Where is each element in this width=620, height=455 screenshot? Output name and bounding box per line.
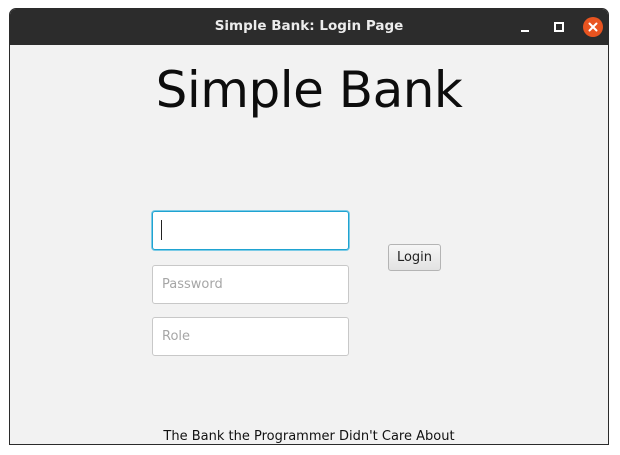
login-button[interactable]: Login [388,244,441,271]
minimize-icon [521,30,529,32]
login-panel: Simple Bank Login The Bank the Programme… [10,45,608,444]
minimize-button[interactable] [515,17,535,37]
close-icon [588,22,598,32]
maximize-button[interactable] [549,17,569,37]
page-title: Simple Bank [155,61,463,119]
close-button[interactable] [583,17,603,37]
footer-tagline: The Bank the Programmer Didn't Care Abou… [163,429,455,444]
password-input[interactable] [152,265,349,304]
maximize-icon [554,22,564,32]
app-window: Simple Bank: Login Page Simple Bank Logi… [9,8,609,445]
username-input[interactable] [152,211,349,250]
role-input[interactable] [152,317,349,356]
text-caret [161,220,162,240]
title-bar[interactable]: Simple Bank: Login Page [10,9,608,45]
